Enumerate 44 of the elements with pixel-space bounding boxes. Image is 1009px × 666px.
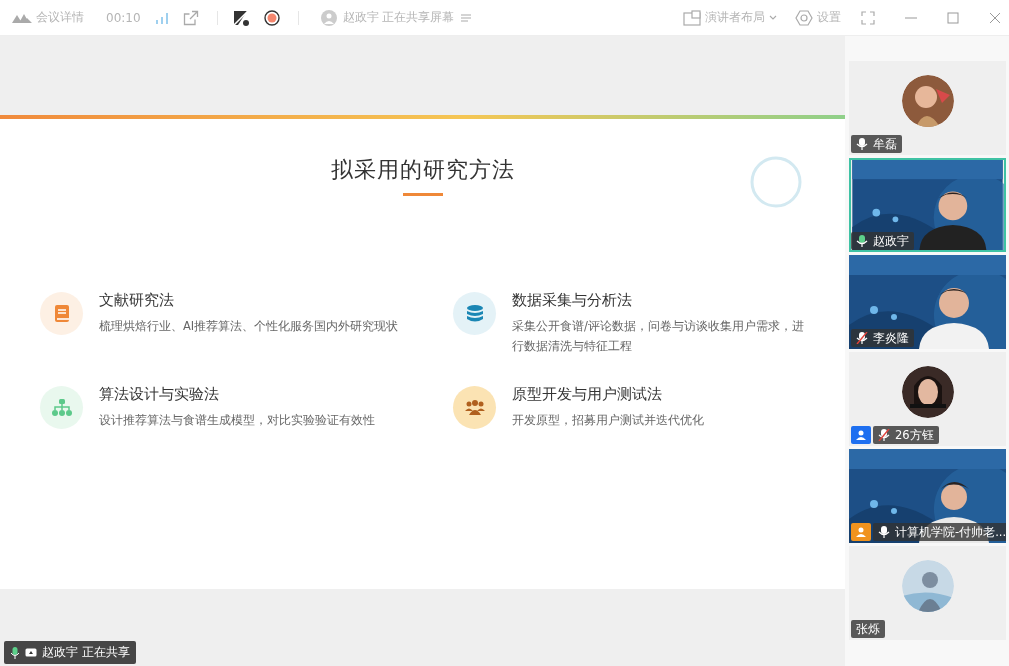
book-icon xyxy=(40,292,83,335)
participant-tile[interactable]: 牟磊 xyxy=(849,61,1006,155)
method-title: 原型开发与用户测试法 xyxy=(512,384,663,404)
participant-tile[interactable]: 赵政宇 xyxy=(849,158,1006,252)
mic-icon xyxy=(10,646,20,659)
signal-icon xyxy=(154,10,169,25)
participant-tile[interactable]: 李炎隆 xyxy=(849,255,1006,349)
hierarchy-icon xyxy=(40,386,83,429)
avatar-icon xyxy=(320,9,337,26)
participant-name: 张烁 xyxy=(856,621,880,637)
maximize-icon[interactable] xyxy=(947,11,959,24)
method-description: 开发原型，招募用户测试并迭代优化 xyxy=(512,412,705,429)
close-icon[interactable] xyxy=(989,11,1001,24)
participant-tile[interactable]: 26方钰 xyxy=(849,352,1006,446)
layout-icon xyxy=(683,9,701,26)
method-description: 采集公开食谱/评论数据，问卷与访谈收集用户需求，进行数据清洗与特征工程 xyxy=(512,318,805,355)
method-title: 算法设计与实验法 xyxy=(99,384,220,404)
ring-decoration xyxy=(749,155,803,209)
method-description: 设计推荐算法与食谱生成模型，对比实验验证有效性 xyxy=(99,412,376,429)
method-description: 梳理烘焙行业、AI推荐算法、个性化服务国内外研究现状 xyxy=(99,318,399,335)
settings-icon xyxy=(795,8,813,27)
participant-tile[interactable]: 张烁 xyxy=(849,546,1006,640)
share-icon[interactable] xyxy=(182,9,199,26)
method-title: 数据采集与分析法 xyxy=(512,290,633,310)
elapsed-time: 00:10 xyxy=(106,10,141,25)
title-underline xyxy=(402,193,443,196)
participant-name: 李炎隆 xyxy=(873,330,909,346)
list-icon[interactable] xyxy=(460,11,473,24)
method-title: 文献研究法 xyxy=(99,290,175,310)
participant-name: 赵政宇 xyxy=(873,233,909,249)
fullscreen-icon[interactable] xyxy=(861,10,875,25)
screen-icon xyxy=(25,647,37,658)
participant-name: 26方钰 xyxy=(895,427,934,443)
participant-name: 牟磊 xyxy=(873,136,897,152)
slide-title: 拟采用的研究方法 xyxy=(330,156,515,184)
participant-name: 计算机学院-付帅老... xyxy=(895,524,1006,540)
people-icon xyxy=(453,386,496,429)
sharing-label: 赵政宇 正在共享 xyxy=(42,644,130,661)
slashed-pen-icon[interactable] xyxy=(231,8,250,27)
record-icon[interactable] xyxy=(263,9,280,26)
participant-tile[interactable]: 计算机学院-付帅老... xyxy=(849,449,1006,543)
database-icon xyxy=(453,292,496,335)
sharing-status: 赵政宇 正在共享屏幕 xyxy=(342,9,455,26)
caret-icon xyxy=(769,14,777,21)
